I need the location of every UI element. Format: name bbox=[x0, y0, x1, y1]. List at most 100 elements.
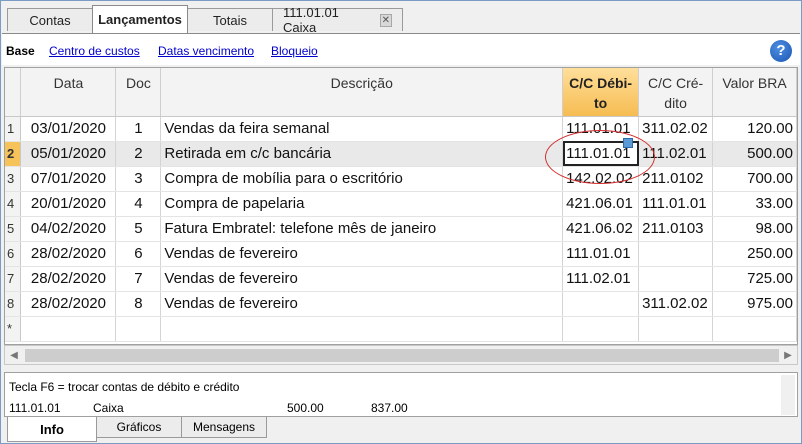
cell-doc[interactable] bbox=[115, 316, 162, 342]
cell-descricao[interactable]: Compra de mobília para o escritório bbox=[160, 166, 564, 192]
scroll-thumb[interactable] bbox=[25, 349, 779, 362]
table-row[interactable]: 2 05/01/2020 2 Retirada em c/c bancária 111.… bbox=[5, 141, 797, 167]
row-number[interactable]: 5 bbox=[5, 216, 22, 242]
cell-valor-bra[interactable]: 33.00 bbox=[712, 191, 797, 217]
cell-data[interactable]: 03/01/2020 bbox=[20, 116, 117, 142]
table-row[interactable]: 5 04/02/2020 5 Fatura Embratel: telefone mê… bbox=[5, 216, 797, 242]
cell-data[interactable]: 05/01/2020 bbox=[20, 141, 117, 167]
column-header-cc-credito[interactable]: C/C Cré-dito bbox=[638, 68, 714, 117]
horizontal-scrollbar[interactable]: ◀ ▶ bbox=[4, 345, 798, 365]
row-number-header bbox=[5, 68, 22, 117]
info-account-name: Caixa bbox=[93, 401, 124, 415]
cell-valor-bra[interactable]: 975.00 bbox=[712, 291, 797, 317]
cell-data[interactable]: 07/01/2020 bbox=[20, 166, 117, 192]
cell-descricao[interactable]: Vendas de fevereiro bbox=[160, 241, 564, 267]
cell-doc[interactable]: 6 bbox=[115, 241, 162, 267]
cell-doc[interactable]: 3 bbox=[115, 166, 162, 192]
cell-doc[interactable]: 4 bbox=[115, 191, 162, 217]
cell-cc-credito[interactable] bbox=[638, 266, 714, 292]
scroll-right-icon[interactable]: ▶ bbox=[781, 349, 795, 363]
scroll-left-icon[interactable]: ◀ bbox=[7, 349, 21, 363]
cell-cc-debito[interactable] bbox=[562, 291, 640, 317]
cell-cc-credito[interactable]: 311.02.02 bbox=[638, 291, 714, 317]
view-link-centro-de-custos[interactable]: Centro de custos bbox=[49, 44, 140, 58]
cell-data[interactable] bbox=[20, 316, 117, 342]
table-row[interactable]: 4 20/01/2020 4 Compra de papelaria 421.06.01… bbox=[5, 191, 797, 217]
cell-doc[interactable]: 2 bbox=[115, 141, 162, 167]
cell-data[interactable]: 28/02/2020 bbox=[20, 291, 117, 317]
tab-info[interactable]: Info bbox=[7, 417, 97, 442]
table-row[interactable]: 7 28/02/2020 7 Vendas de fevereiro 111.02.01… bbox=[5, 266, 797, 292]
cell-cc-debito[interactable]: 421.06.01 bbox=[562, 191, 640, 217]
cell-valor-bra[interactable] bbox=[712, 316, 797, 342]
row-number[interactable]: 3 bbox=[5, 166, 22, 192]
column-header-cc-debito[interactable]: C/C Débi-to bbox=[562, 68, 640, 117]
cell-descricao[interactable]: Vendas de fevereiro bbox=[160, 291, 564, 317]
cell-data[interactable]: 28/02/2020 bbox=[20, 241, 117, 267]
cell-cc-credito[interactable] bbox=[638, 316, 714, 342]
cell-valor-bra[interactable]: 250.00 bbox=[712, 241, 797, 267]
view-link-datas-vencimento[interactable]: Datas vencimento bbox=[158, 44, 254, 58]
cell-valor-bra[interactable]: 120.00 bbox=[712, 116, 797, 142]
cell-valor-bra[interactable]: 500.00 bbox=[712, 141, 797, 167]
row-number[interactable]: 6 bbox=[5, 241, 22, 267]
column-header-descricao[interactable]: Descrição bbox=[160, 68, 564, 117]
cell-cc-debito[interactable]: 111.02.01 bbox=[562, 266, 640, 292]
tab-label: Totais bbox=[213, 12, 247, 28]
cell-valor-bra[interactable]: 98.00 bbox=[712, 216, 797, 242]
row-number[interactable]: 4 bbox=[5, 191, 22, 217]
column-header-doc[interactable]: Doc bbox=[115, 68, 162, 117]
cell-data[interactable]: 28/02/2020 bbox=[20, 266, 117, 292]
tab-lancamentos[interactable]: Lançamentos bbox=[92, 5, 188, 33]
cell-valor-bra[interactable]: 725.00 bbox=[712, 266, 797, 292]
cell-data[interactable]: 04/02/2020 bbox=[20, 216, 117, 242]
tab-strip: Contas Lançamentos Totais 111.01.01 Caix… bbox=[1, 1, 801, 35]
tab-graficos[interactable]: Gráficos bbox=[96, 417, 182, 438]
cell-cc-credito[interactable]: 311.02.02 bbox=[638, 116, 714, 142]
info-scrollbar[interactable] bbox=[781, 375, 795, 415]
cell-cc-credito[interactable]: 211.0103 bbox=[638, 216, 714, 242]
row-number[interactable]: * bbox=[5, 316, 22, 342]
table-row[interactable]: * bbox=[5, 316, 797, 342]
row-number[interactable]: 1 bbox=[5, 116, 22, 142]
close-icon[interactable]: ✕ bbox=[379, 13, 392, 27]
cell-descricao[interactable]: Vendas de fevereiro bbox=[160, 266, 564, 292]
header-label: Doc bbox=[125, 75, 151, 91]
cell-descricao[interactable]: Vendas da feira semanal bbox=[160, 116, 564, 142]
tab-contas[interactable]: Contas bbox=[7, 8, 93, 31]
row-number[interactable]: 8 bbox=[5, 291, 22, 317]
cell-descricao[interactable]: Compra de papelaria bbox=[160, 191, 564, 217]
row-number[interactable]: 7 bbox=[5, 266, 22, 292]
tab-mensagens[interactable]: Mensagens bbox=[181, 417, 267, 438]
cell-data[interactable]: 20/01/2020 bbox=[20, 191, 117, 217]
cell-cc-debito[interactable]: 421.06.02 bbox=[562, 216, 640, 242]
info-value-2: 837.00 bbox=[371, 401, 408, 415]
view-base[interactable]: Base bbox=[6, 44, 35, 58]
cell-doc[interactable]: 7 bbox=[115, 266, 162, 292]
row-number[interactable]: 2 bbox=[5, 141, 22, 167]
table-row[interactable]: 8 28/02/2020 8 Vendas de fevereiro 311.02.02… bbox=[5, 291, 797, 317]
cell-doc[interactable]: 8 bbox=[115, 291, 162, 317]
cell-doc[interactable]: 1 bbox=[115, 116, 162, 142]
cell-doc[interactable]: 5 bbox=[115, 216, 162, 242]
column-header-valor-bra[interactable]: Valor BRA bbox=[712, 68, 797, 117]
cell-cc-debito[interactable]: 111.01.01 bbox=[562, 241, 640, 267]
info-account: 111.01.01 bbox=[9, 401, 61, 415]
calendar-icon[interactable] bbox=[623, 138, 633, 148]
cell-cc-debito[interactable] bbox=[562, 316, 640, 342]
cell-descricao[interactable] bbox=[160, 316, 564, 342]
cell-cc-credito[interactable] bbox=[638, 241, 714, 267]
table-row[interactable]: 6 28/02/2020 6 Vendas de fevereiro 111.01.01… bbox=[5, 241, 797, 267]
cell-valor-bra[interactable]: 700.00 bbox=[712, 166, 797, 192]
table-row[interactable]: 3 07/01/2020 3 Compra de mobília para o esc… bbox=[5, 166, 797, 192]
cell-cc-credito[interactable]: 211.0102 bbox=[638, 166, 714, 192]
view-link-bloqueio[interactable]: Bloqueio bbox=[271, 44, 318, 58]
column-header-data[interactable]: Data bbox=[20, 68, 117, 117]
cell-descricao[interactable]: Retirada em c/c bancária bbox=[160, 141, 564, 167]
cell-descricao[interactable]: Fatura Embratel: telefone mês de janeiro bbox=[160, 216, 564, 242]
cell-cc-credito[interactable]: 111.01.01 bbox=[638, 191, 714, 217]
tab-caixa[interactable]: 111.01.01 Caixa ✕ bbox=[272, 5, 403, 35]
table-row[interactable]: 1 03/01/2020 1 Vendas da feira semanal 111.0… bbox=[5, 116, 797, 142]
tab-totais[interactable]: Totais bbox=[187, 8, 273, 31]
help-question-icon[interactable]: ? bbox=[770, 40, 792, 62]
